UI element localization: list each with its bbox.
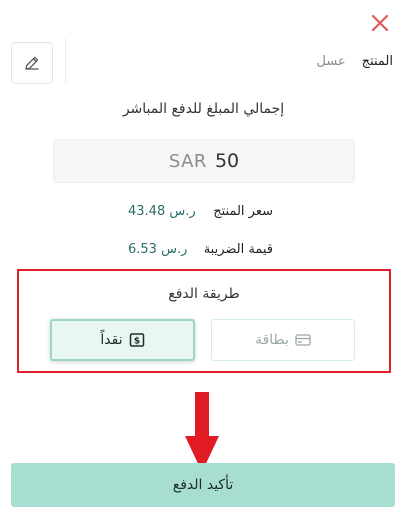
amount-value: 50 — [214, 150, 240, 172]
amount-currency: SAR — [168, 150, 207, 172]
cash-method-button[interactable]: $ نقداً — [50, 319, 195, 361]
product-value: عسل — [316, 54, 346, 69]
header-divider — [65, 38, 66, 84]
price-label: سعر المنتج — [213, 204, 273, 219]
cash-icon: $ — [129, 333, 144, 347]
svg-text:$: $ — [133, 337, 139, 347]
price-row: سعر المنتج 43.48 ر.س — [0, 204, 407, 224]
close-button[interactable] — [369, 12, 391, 34]
close-icon — [371, 14, 389, 32]
total-title: إجمالي المبلغ للدفع المباشر — [122, 101, 285, 117]
tax-value: 6.53 ر.س — [128, 242, 188, 257]
payment-method-title: طريقة الدفع — [168, 286, 240, 302]
pencil-icon — [25, 56, 39, 70]
credit-card-icon — [295, 334, 311, 346]
card-method-label: بطاقة — [255, 332, 289, 348]
payment-method-section: طريقة الدفع بطاقة $ نقداً — [17, 269, 391, 373]
confirm-payment-button[interactable]: تأكيد الدفع — [11, 463, 395, 507]
arrow-down-icon — [185, 392, 219, 472]
price-value: 43.48 ر.س — [128, 204, 196, 219]
tax-label: قيمة الضريبة — [203, 242, 273, 257]
edit-button[interactable] — [11, 42, 53, 84]
cash-method-label: نقداً — [100, 332, 123, 348]
product-label: المنتج — [361, 54, 393, 69]
amount-display: SAR 50 — [53, 139, 355, 183]
product-row: المنتج عسل — [316, 54, 393, 69]
card-method-button[interactable]: بطاقة — [211, 319, 355, 361]
tax-row: قيمة الضريبة 6.53 ر.س — [0, 242, 407, 262]
